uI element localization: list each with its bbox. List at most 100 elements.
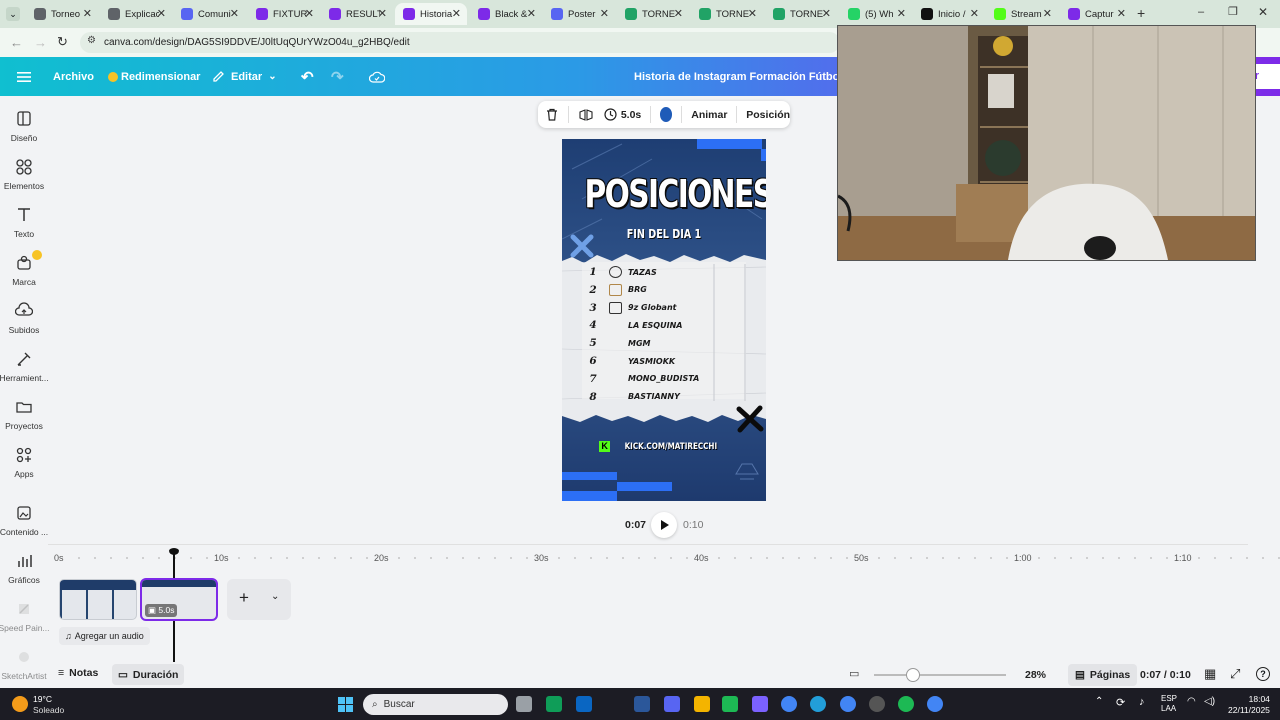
design-canvas[interactable]: POSICIONES FIN DEL DIA 1 1 TAZAS 2 BRG 3 9z G… [562,139,766,501]
chevron-down-icon[interactable]: ⌄ [271,591,279,602]
app-icon[interactable] [752,696,768,712]
tray-chevron-icon[interactable]: ⌃ [1095,696,1103,707]
grid-view-icon[interactable]: ▦ [1204,666,1216,682]
add-audio-button[interactable]: ♫ Agregar un audio [59,627,150,645]
sidebar-item[interactable]: Contenido ... [0,504,48,537]
tab-close-icon[interactable]: ✕ [452,7,461,20]
tab-close-icon[interactable]: ✕ [305,7,314,20]
back-icon[interactable]: ← [10,35,23,50]
sidebar-item[interactable]: Texto [0,206,48,239]
notes-button[interactable]: ≡ Notas [58,667,98,679]
browser-tab[interactable]: TORNE ✕ [617,3,689,25]
tab-close-icon[interactable]: ✕ [897,7,906,20]
zoom-slider[interactable] [874,668,1006,682]
position-button[interactable]: Posición [746,109,790,121]
tab-close-icon[interactable]: ✕ [83,7,92,20]
new-tab-button[interactable]: + [1137,5,1145,21]
browser-tab[interactable]: Poster ✕ [543,3,615,25]
browser-tab[interactable]: Comuni ✕ [173,3,245,25]
browser-tab[interactable]: TORNE ✕ [691,3,763,25]
add-page-button[interactable]: + ⌄ [227,579,291,620]
spotify-icon[interactable] [898,696,914,712]
browser-tab[interactable]: Black & ✕ [470,3,542,25]
help-icon[interactable]: ? [1256,667,1270,681]
browser-tab[interactable]: Captur ✕ [1060,3,1132,25]
tab-close-icon[interactable]: ✕ [1117,7,1126,20]
spotify-icon[interactable] [722,696,738,712]
zoom-slider-handle[interactable] [906,668,920,682]
sidebar-item[interactable]: Elementos [0,158,48,191]
wifi-icon[interactable]: ◠ [1187,696,1196,707]
browser-tab[interactable]: Inicio / ✕ [913,3,985,25]
redo-icon[interactable]: ↷ [331,57,344,96]
task-view-icon[interactable] [516,696,532,712]
tab-close-icon[interactable]: ✕ [674,7,683,20]
chrome-icon[interactable] [840,696,856,712]
telegram-icon[interactable] [810,696,826,712]
pages-button[interactable]: ▤ Páginas [1068,664,1138,686]
color-swatch[interactable] [660,107,673,122]
browser-tab[interactable]: Explicac ✕ [100,3,172,25]
sidebar-item[interactable]: Subidos [0,302,48,335]
cloud-save-icon[interactable] [369,57,385,96]
edge-icon[interactable] [546,696,562,712]
sync-icon[interactable]: ⟳ [1116,696,1125,709]
layout-icon[interactable]: ▭ [849,667,859,680]
sidebar-item[interactable]: Marca [0,250,48,287]
word-icon[interactable] [634,696,650,712]
clip-page-1[interactable] [59,579,137,620]
browser-tab[interactable]: Stream ✕ [986,3,1058,25]
window-close-button[interactable]: ✕ [1258,5,1268,19]
archivo-button[interactable]: Archivo [53,57,94,96]
forward-icon[interactable]: → [34,35,47,50]
browser-tab[interactable]: Torneo ✕ [26,3,98,25]
sidebar-item[interactable]: Apps [0,446,48,479]
resize-button[interactable]: Redimensionar [108,57,200,96]
outlook-icon[interactable] [576,696,592,712]
url-field[interactable]: ⚙ canva.com/design/DAG5SI9DDVE/J0ltUqQUr… [80,32,840,53]
file-explorer-icon[interactable] [694,696,710,712]
tab-close-icon[interactable]: ✕ [230,7,239,20]
duration-toggle[interactable]: ▭ Duración [112,664,185,685]
trash-icon[interactable] [546,108,558,121]
tab-close-icon[interactable]: ✕ [822,7,831,20]
window-minimize-button[interactable]: – [1198,6,1204,18]
reload-icon[interactable]: ↻ [57,34,68,50]
tab-close-icon[interactable]: ✕ [527,7,536,20]
tab-close-icon[interactable]: ✕ [748,7,757,20]
sidebar-item[interactable]: Diseño [0,110,48,143]
tab-close-icon[interactable]: ✕ [970,7,979,20]
site-info-icon[interactable]: ⚙ [87,35,96,46]
sidebar-item[interactable]: SketchArtist [0,648,48,681]
flip-icon[interactable] [579,108,593,121]
edit-button[interactable]: Editar ⌄ [212,57,277,96]
browser-tab[interactable]: (5) Wh ✕ [840,3,912,25]
tab-close-icon[interactable]: ✕ [378,7,387,20]
chrome-icon[interactable] [927,696,943,712]
weather-icon[interactable] [12,696,28,712]
volume-icon[interactable]: ◁) [1204,696,1215,707]
start-button[interactable] [338,697,353,712]
window-maximize-button[interactable]: ❐ [1228,5,1238,18]
sidebar-item[interactable]: Proyectos [0,398,48,431]
zoom-value[interactable]: 28% [1025,669,1046,681]
clock[interactable]: 18:04 22/11/2025 [1228,694,1270,716]
chrome-icon[interactable] [781,696,797,712]
browser-tab[interactable]: Historia ✕ [395,3,467,25]
duration-button[interactable]: 5.0s [604,108,641,121]
search-box[interactable]: ⌕ Buscar [363,694,508,715]
animate-button[interactable]: Animar [691,109,727,121]
microphone-icon[interactable]: ♪ [1139,696,1145,708]
menu-icon[interactable] [17,57,31,96]
browser-tab[interactable]: FIXTUR ✕ [248,3,320,25]
clip-page-2[interactable]: ▣ 5.0s [140,578,218,621]
fullscreen-icon[interactable]: ⤢ [1230,666,1240,682]
tab-close-icon[interactable]: ✕ [1043,7,1052,20]
browser-tab[interactable]: TORNE ✕ [765,3,837,25]
browser-tab[interactable]: RESULT ✕ [321,3,393,25]
discord-icon[interactable] [664,696,680,712]
language-indicator[interactable]: ESP LAA [1161,694,1177,714]
design-title[interactable]: Historia de Instagram Formación Fútbol F… [634,57,871,96]
tab-list-button[interactable]: ⌄ [6,7,20,21]
playhead-handle[interactable] [169,548,179,555]
